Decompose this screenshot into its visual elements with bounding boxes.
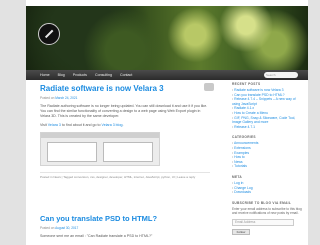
nav-item-home[interactable]: Home [40, 73, 50, 77]
post-meta-prefix: Posted on [40, 96, 55, 100]
header-banner [26, 6, 308, 70]
velara-link[interactable]: Velara 3 [48, 123, 61, 127]
sidebar: RECENT POSTS Radiate software is now Vel… [232, 82, 302, 235]
subscribe-text: Enter your email address to subscribe to… [232, 206, 302, 216]
post-meta: Posted on March 24, 2021 [40, 96, 210, 100]
meta-link[interactable]: Downloads [232, 190, 302, 195]
page: Home Blog Products Consulting Contact Se… [26, 0, 308, 245]
nav-item-products[interactable]: Products [73, 73, 87, 77]
recent-post-link[interactable]: GIF, PNG, Snap & Sliceware, Code Tool, I… [232, 116, 302, 125]
post-paragraph-links: Visit Velara 3 to find about it and go t… [40, 123, 210, 128]
subscribe-heading: SUBSCRIBE TO BLOG VIA EMAIL [232, 200, 292, 205]
site-logo[interactable] [38, 23, 60, 45]
post-meta-prefix: Posted on [40, 226, 55, 230]
nav-item-blog[interactable]: Blog [58, 73, 65, 77]
follow-button[interactable]: Follow [232, 228, 250, 235]
search-input[interactable]: Search [264, 72, 298, 78]
screenshot-titlebar [41, 133, 159, 138]
nav-item-contact[interactable]: Contact [120, 73, 132, 77]
categories-list: Announcements Extensions Examples How to… [232, 141, 302, 169]
category-link[interactable]: Tutorials [232, 164, 302, 169]
mid-text: to find about it and go to [61, 123, 101, 127]
post-date-link[interactable]: March 24, 2021 [55, 96, 77, 100]
end-text: . [122, 123, 124, 127]
post-paragraph: The Radiate authoring software is no lon… [40, 104, 208, 118]
comment-bubble-icon[interactable] [204, 83, 214, 91]
email-field[interactable]: Email Address [232, 218, 294, 226]
screenshot-panel-left [47, 142, 97, 162]
post-footer-meta: Posted in News | Tagged conversion, css,… [40, 172, 210, 179]
nav-item-consulting[interactable]: Consulting [95, 73, 112, 77]
visit-text: Visit [40, 123, 47, 127]
recent-posts-heading: RECENT POSTS [232, 82, 261, 86]
main-nav: Home Blog Products Consulting Contact Se… [26, 70, 308, 80]
post-screenshot-image [40, 132, 160, 166]
post-paragraph: Someone sent me an email : "Can Radiate … [40, 234, 153, 238]
recent-post-link[interactable]: Release 4.7.4 – Snippets – A new way of … [232, 97, 302, 106]
screenshot-panel-right [103, 142, 153, 162]
meta-heading: META [232, 174, 242, 179]
velara-blog-link[interactable]: Velara 3 blog [102, 123, 123, 127]
categories-heading: CATEGORIES [232, 135, 256, 140]
meta-list: Log in Change Log Downloads [232, 181, 302, 195]
recent-posts-list: Radiate software is now Velara 3 Can you… [232, 88, 302, 129]
post-date-link[interactable]: August 30, 2017 [55, 226, 78, 230]
post-title[interactable]: Can you translate PSD to HTML? [40, 214, 210, 223]
second-post: Can you translate PSD to HTML? Posted on… [40, 214, 210, 239]
post-meta: Posted on August 30, 2017 [40, 226, 210, 230]
main-content: Radiate software is now Velara 3 Posted … [40, 83, 214, 179]
recent-post-link[interactable]: Release 4.7.1 [232, 125, 302, 130]
post-title[interactable]: Radiate software is now Velara 3 [40, 84, 210, 93]
